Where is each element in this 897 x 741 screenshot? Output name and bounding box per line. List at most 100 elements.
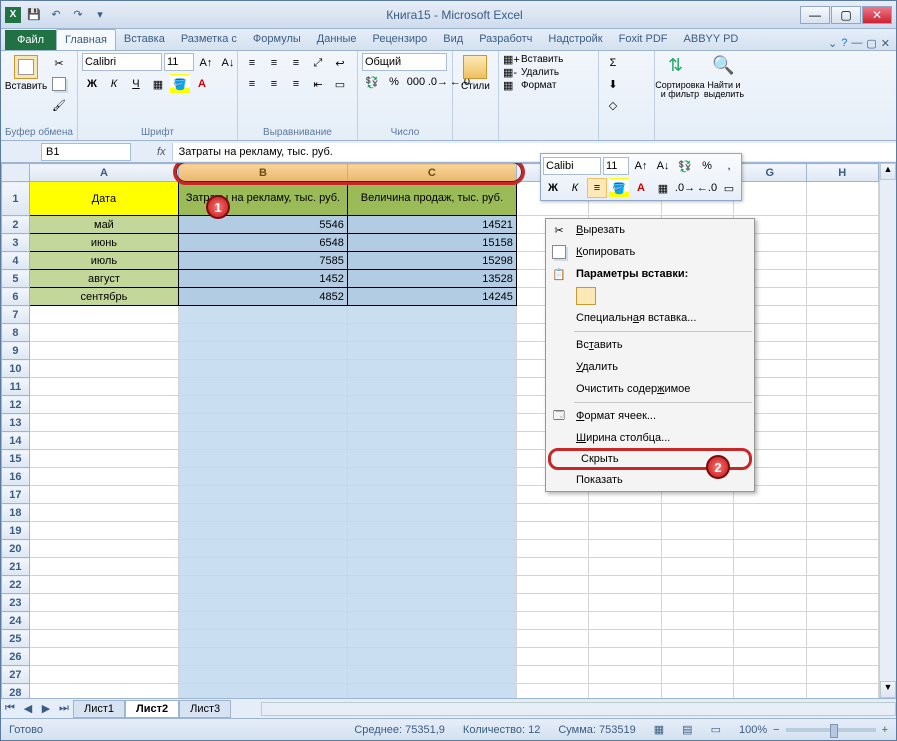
- cell-B3[interactable]: 6548: [178, 234, 347, 252]
- ctx-paste-special[interactable]: Специальная вставка...: [546, 307, 754, 329]
- ctx-delete[interactable]: Удалить: [546, 356, 754, 378]
- ctx-column-width[interactable]: Ширина столбца...: [546, 427, 754, 449]
- comma-icon[interactable]: 000: [406, 72, 426, 92]
- cell-E22[interactable]: [589, 576, 661, 594]
- cell-B16[interactable]: [178, 468, 347, 486]
- view-layout-icon[interactable]: ▤: [682, 723, 692, 736]
- tab-разметка с[interactable]: Разметка с: [173, 29, 245, 50]
- cell-H15[interactable]: [806, 450, 879, 468]
- tab-file[interactable]: Файл: [5, 30, 56, 50]
- cell-C25[interactable]: [347, 630, 516, 648]
- cell-F18[interactable]: [661, 504, 733, 522]
- cell-A14[interactable]: [29, 432, 178, 450]
- ctx-cut[interactable]: ✂Вырезать: [546, 219, 754, 241]
- cell-C2[interactable]: 14521: [347, 216, 516, 234]
- align-top-icon[interactable]: ≡: [242, 53, 262, 73]
- cell-E27[interactable]: [589, 666, 661, 684]
- cell-B15[interactable]: [178, 450, 347, 468]
- cell-A1[interactable]: Дата: [29, 182, 178, 216]
- copy-button[interactable]: [49, 74, 69, 94]
- cell-H6[interactable]: [806, 288, 879, 306]
- zoom-in-icon[interactable]: +: [882, 724, 888, 736]
- cell-H24[interactable]: [806, 612, 879, 630]
- cell-H8[interactable]: [806, 324, 879, 342]
- qat-undo-icon[interactable]: ↶: [47, 6, 65, 24]
- cell-A28[interactable]: [29, 684, 178, 699]
- cell-A7[interactable]: [29, 306, 178, 324]
- mini-align-center-icon[interactable]: ≡: [587, 178, 607, 198]
- cell-H7[interactable]: [806, 306, 879, 324]
- cell-C26[interactable]: [347, 648, 516, 666]
- mini-inc-decimal-icon[interactable]: .0→: [675, 178, 695, 198]
- cell-C11[interactable]: [347, 378, 516, 396]
- mini-italic-button[interactable]: К: [565, 178, 585, 198]
- cell-B9[interactable]: [178, 342, 347, 360]
- cell-C8[interactable]: [347, 324, 516, 342]
- row-header-18[interactable]: 18: [2, 504, 30, 522]
- cell-A26[interactable]: [29, 648, 178, 666]
- qat-save-icon[interactable]: 💾: [25, 6, 43, 24]
- cell-H20[interactable]: [806, 540, 879, 558]
- number-format-combo[interactable]: Общий: [362, 53, 447, 71]
- mini-shrink-font-icon[interactable]: A↓: [653, 156, 673, 176]
- clear-icon[interactable]: ◇: [603, 95, 623, 115]
- cell-H18[interactable]: [806, 504, 879, 522]
- zoom-slider[interactable]: [786, 728, 876, 732]
- help-icon[interactable]: ?: [841, 37, 847, 50]
- fill-color-button[interactable]: 🪣: [170, 74, 190, 94]
- cell-G1[interactable]: [734, 182, 806, 216]
- autosum-icon[interactable]: Σ: [603, 53, 623, 73]
- cell-H16[interactable]: [806, 468, 879, 486]
- cell-F28[interactable]: [661, 684, 733, 699]
- sort-filter-button[interactable]: ⇅ Сортировка и фильтр: [659, 53, 701, 101]
- cell-B18[interactable]: [178, 504, 347, 522]
- cell-C14[interactable]: [347, 432, 516, 450]
- cell-D25[interactable]: [516, 630, 588, 648]
- cell-C10[interactable]: [347, 360, 516, 378]
- doc-min-icon[interactable]: —: [851, 37, 862, 50]
- sheet-nav-prev[interactable]: ◀: [19, 702, 37, 715]
- row-header-11[interactable]: 11: [2, 378, 30, 396]
- row-header-6[interactable]: 6: [2, 288, 30, 306]
- maximize-button[interactable]: ▢: [831, 6, 861, 24]
- cell-B24[interactable]: [178, 612, 347, 630]
- row-header-19[interactable]: 19: [2, 522, 30, 540]
- cells-format-icon[interactable]: ▦: [503, 79, 519, 92]
- tab-формулы[interactable]: Формулы: [245, 29, 309, 50]
- cell-H3[interactable]: [806, 234, 879, 252]
- shrink-font-icon[interactable]: A↓: [218, 53, 238, 73]
- cell-A15[interactable]: [29, 450, 178, 468]
- cell-B17[interactable]: [178, 486, 347, 504]
- find-select-button[interactable]: 🔍 Найти и выделить: [703, 53, 745, 101]
- doc-restore-icon[interactable]: ▢: [866, 37, 876, 50]
- cell-E20[interactable]: [589, 540, 661, 558]
- cell-B10[interactable]: [178, 360, 347, 378]
- row-header-26[interactable]: 26: [2, 648, 30, 666]
- cell-A5[interactable]: август: [29, 270, 178, 288]
- cell-B22[interactable]: [178, 576, 347, 594]
- cell-E25[interactable]: [589, 630, 661, 648]
- italic-button[interactable]: К: [104, 74, 124, 94]
- cell-B2[interactable]: 5546: [178, 216, 347, 234]
- cell-C9[interactable]: [347, 342, 516, 360]
- align-bottom-icon[interactable]: ≡: [286, 53, 306, 73]
- cell-C1[interactable]: Величина продаж, тыс. руб.: [347, 182, 516, 216]
- column-header-A[interactable]: A: [29, 164, 178, 182]
- row-header-27[interactable]: 27: [2, 666, 30, 684]
- cell-C15[interactable]: [347, 450, 516, 468]
- ctx-clear-contents[interactable]: Очистить содержимое: [546, 378, 754, 400]
- sheet-tab-Лист2[interactable]: Лист2: [125, 700, 179, 718]
- formula-input[interactable]: Затраты на рекламу, тыс. руб.: [172, 143, 896, 161]
- cell-F23[interactable]: [661, 594, 733, 612]
- cell-B5[interactable]: 1452: [178, 270, 347, 288]
- cell-A24[interactable]: [29, 612, 178, 630]
- select-all-corner[interactable]: [2, 164, 30, 182]
- mini-font-combo[interactable]: Calibi: [543, 157, 601, 175]
- cell-G25[interactable]: [734, 630, 806, 648]
- row-header-8[interactable]: 8: [2, 324, 30, 342]
- cell-B21[interactable]: [178, 558, 347, 576]
- cell-A4[interactable]: июль: [29, 252, 178, 270]
- cell-F26[interactable]: [661, 648, 733, 666]
- cells-insert-icon[interactable]: ▦+: [503, 53, 519, 66]
- cell-E19[interactable]: [589, 522, 661, 540]
